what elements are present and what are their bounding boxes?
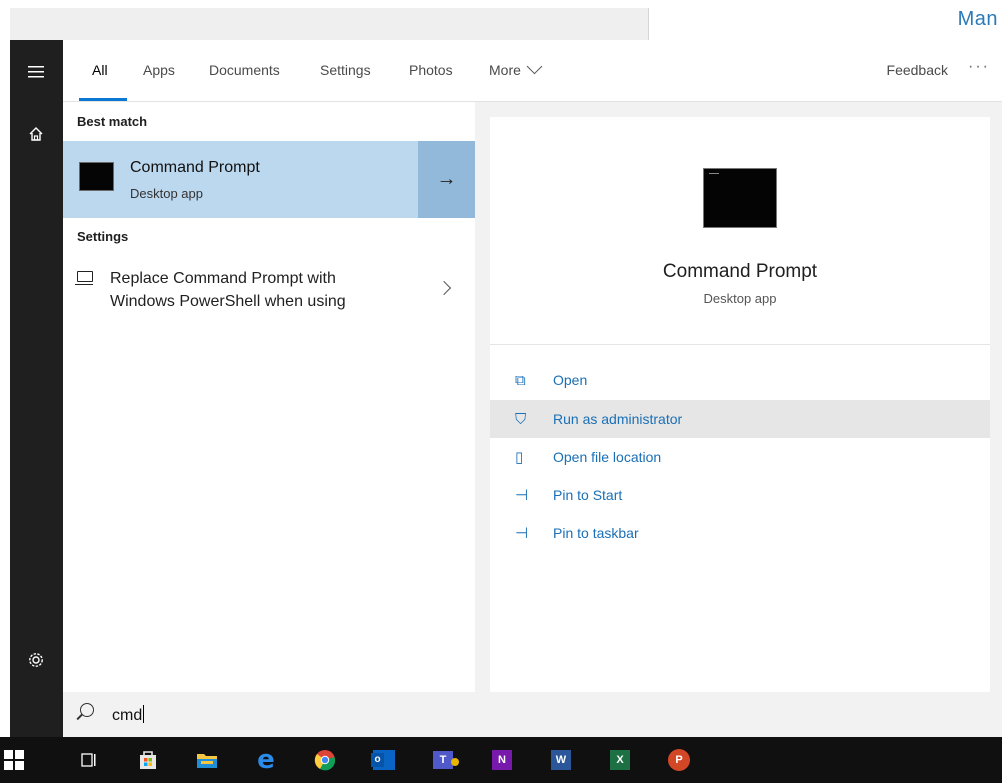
settings-result-line2: Windows PowerShell when using (110, 293, 346, 310)
settings-header: Settings (77, 229, 129, 244)
settings-result-line1: Replace Command Prompt with (110, 270, 336, 287)
file-location-icon: ▯ (515, 449, 524, 466)
start-menu: All Apps Documents Settings Photos More … (10, 40, 1002, 737)
pin-icon: ⊣ (515, 525, 529, 542)
best-match-item[interactable]: Command Prompt Desktop app → (63, 141, 475, 218)
action-pin-to-start[interactable]: ⊣ Pin to Start (490, 476, 990, 514)
laptop-icon (75, 271, 93, 285)
edge-icon: e (257, 745, 275, 775)
action-open-label: Open (553, 372, 588, 388)
action-open-file-location[interactable]: ▯ Open file location (490, 438, 990, 476)
onenote-icon: N (492, 750, 512, 770)
tab-all[interactable]: All (92, 62, 108, 78)
best-match-header: Best match (77, 114, 148, 129)
search-box[interactable]: cmd (63, 692, 1002, 737)
edge-button[interactable]: e (252, 746, 280, 774)
folder-icon (197, 754, 217, 768)
more-options-icon[interactable]: ··· (968, 58, 990, 76)
home-icon[interactable] (24, 122, 48, 146)
teams-button[interactable]: T (429, 746, 459, 774)
task-view-icon (81, 753, 96, 767)
word-button[interactable]: W (547, 746, 575, 774)
start-rail (10, 40, 63, 737)
windows-logo-icon (4, 750, 24, 770)
results-list: Best match Command Prompt Desktop app → … (63, 102, 475, 692)
store-button[interactable] (134, 746, 162, 774)
shield-icon: ⛉ (515, 410, 527, 428)
tab-apps[interactable]: Apps (143, 62, 175, 78)
taskbar: e o T N W X P (0, 737, 1002, 783)
outlook-button[interactable]: o (370, 746, 398, 774)
store-icon (140, 751, 156, 769)
search-panel: All Apps Documents Settings Photos More … (63, 40, 1002, 737)
detail-pane: Command Prompt Desktop app ⧉ Open ⛉ Run … (490, 117, 990, 692)
hamburger-menu-icon[interactable] (24, 60, 48, 84)
open-icon: ⧉ (515, 371, 526, 389)
tab-documents[interactable]: Documents (209, 62, 280, 78)
detail-divider (490, 344, 990, 345)
powerpoint-button[interactable]: P (665, 746, 693, 774)
feedback-link[interactable]: Feedback (887, 62, 948, 78)
tab-settings[interactable]: Settings (320, 62, 371, 78)
search-icon (80, 703, 94, 717)
chrome-icon (314, 750, 336, 771)
chevron-down-icon (526, 58, 543, 75)
excel-button[interactable]: X (606, 746, 634, 774)
best-match-subtitle: Desktop app (130, 186, 203, 201)
tab-photos[interactable]: Photos (409, 62, 453, 78)
action-open[interactable]: ⧉ Open (490, 361, 990, 399)
settings-result-text: Replace Command Prompt with Windows Powe… (110, 267, 410, 313)
chevron-right-icon (436, 280, 452, 296)
onenote-button[interactable]: N (488, 746, 516, 774)
action-pin-to-start-label: Pin to Start (553, 487, 623, 503)
teams-icon: T (433, 751, 459, 769)
excel-icon: X (610, 750, 630, 770)
background-partial-title: Man (957, 8, 998, 30)
settings-result-item[interactable]: Replace Command Prompt with Windows Powe… (63, 267, 475, 325)
background-window-titlebar (10, 8, 648, 40)
detail-title: Command Prompt (662, 261, 818, 282)
tab-more-label: More (489, 62, 521, 78)
action-run-as-administrator-label: Run as administrator (553, 411, 683, 427)
search-input[interactable]: cmd (112, 705, 145, 725)
action-open-file-location-label: Open file location (553, 449, 662, 465)
background-window: Man (0, 0, 1002, 40)
pin-icon: ⊣ (515, 487, 529, 504)
arrow-right-icon: → (436, 168, 457, 190)
command-prompt-app-icon (79, 162, 114, 191)
task-view-button[interactable] (75, 746, 103, 774)
active-tab-indicator (79, 98, 127, 101)
filter-tabs: All Apps Documents Settings Photos More … (63, 40, 1002, 102)
action-pin-to-taskbar-label: Pin to taskbar (553, 525, 639, 541)
expand-arrow-button[interactable]: → (418, 141, 475, 218)
settings-gear-icon[interactable] (24, 648, 48, 672)
action-run-as-administrator[interactable]: ⛉ Run as administrator (490, 400, 990, 438)
search-query-text: cmd (112, 707, 143, 724)
action-pin-to-taskbar[interactable]: ⊣ Pin to taskbar (490, 514, 990, 552)
file-explorer-button[interactable] (193, 746, 221, 774)
outlook-icon: o (371, 750, 395, 770)
command-prompt-large-icon (703, 168, 777, 228)
powerpoint-icon: P (668, 749, 690, 771)
chrome-button[interactable] (311, 746, 339, 774)
text-caret (143, 705, 145, 723)
detail-subtitle: Desktop app (703, 291, 777, 306)
start-button[interactable] (0, 746, 28, 774)
tab-more[interactable]: More (489, 58, 543, 78)
background-divider (648, 8, 649, 40)
best-match-title: Command Prompt (130, 159, 260, 176)
word-icon: W (551, 750, 571, 770)
